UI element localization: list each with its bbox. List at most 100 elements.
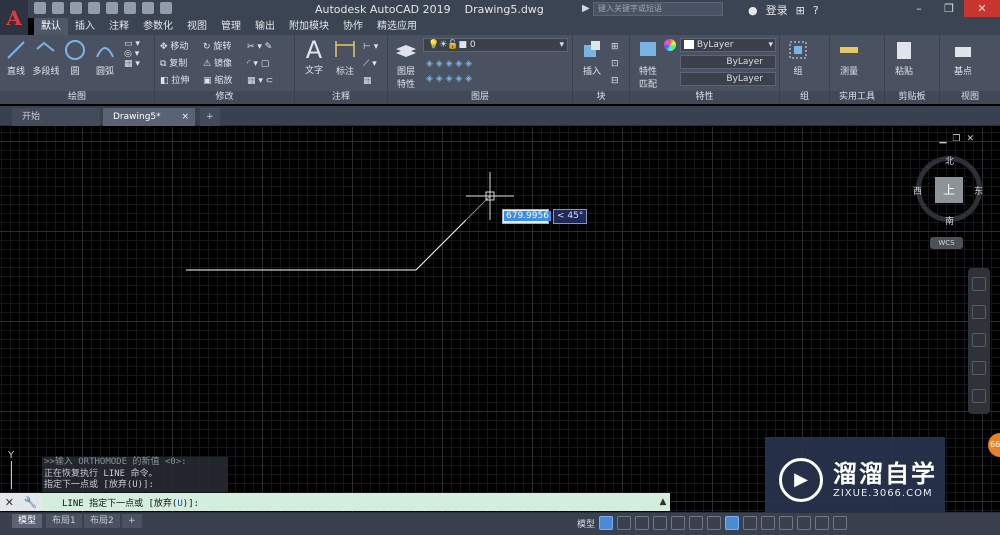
command-history-arrow-icon[interactable]: ▲ <box>656 497 670 507</box>
annotation-visibility-icon[interactable] <box>725 516 740 530</box>
showmotion-icon[interactable] <box>972 389 986 403</box>
help-icon[interactable]: ? <box>813 4 819 17</box>
snap-icon[interactable] <box>617 516 632 530</box>
clipboard-panel-title[interactable]: 剪贴板 <box>885 91 939 104</box>
close-command-line-icon[interactable]: ✕ <box>5 496 14 509</box>
tab-layout1[interactable]: 布局1 <box>46 514 82 528</box>
annotation-panel-title[interactable]: 注释 <box>295 91 387 104</box>
tab-manage[interactable]: 管理 <box>214 18 248 35</box>
new-icon[interactable] <box>34 2 46 14</box>
restore-viewport-icon[interactable]: ❐ <box>952 134 960 144</box>
polar-icon[interactable] <box>653 516 668 530</box>
paste-tool[interactable]: 粘贴 <box>891 39 917 77</box>
open-icon[interactable] <box>52 2 64 14</box>
save-as-icon[interactable] <box>88 2 100 14</box>
viewcube-south[interactable]: 南 <box>945 214 954 227</box>
login-button[interactable]: 登录 <box>766 2 788 18</box>
dimension-tool[interactable]: 标注 <box>331 39 359 77</box>
tab-output[interactable]: 输出 <box>248 18 282 35</box>
tab-view[interactable]: 视图 <box>180 18 214 35</box>
clean-screen-icon[interactable] <box>815 516 830 530</box>
application-menu-button[interactable]: A <box>0 0 28 35</box>
dynamic-input-angle[interactable]: < 45° <box>553 209 587 224</box>
viewcube-east[interactable]: 东 <box>974 184 983 197</box>
tab-start[interactable]: 开始 <box>12 108 100 126</box>
lineweight-icon[interactable] <box>707 516 722 530</box>
tab-home[interactable]: 默认 <box>34 18 68 35</box>
minimize-button[interactable]: – <box>904 0 934 17</box>
ortho-icon[interactable] <box>635 516 650 530</box>
modify-panel-title[interactable]: 修改 <box>155 91 294 104</box>
model-space-button[interactable]: 模型 <box>577 517 595 530</box>
customize-wrench-icon[interactable]: 🔧 <box>24 496 38 509</box>
groups-panel-title[interactable]: 组 <box>780 91 829 104</box>
circle-tool[interactable]: 圆 <box>64 39 86 77</box>
print-icon[interactable] <box>124 2 136 14</box>
properties-panel-title[interactable]: 特性 <box>630 91 779 104</box>
block-panel-title[interactable]: 块 <box>573 91 629 104</box>
search-input[interactable]: 键入关键字或短语 <box>593 2 723 16</box>
steering-wheel-icon[interactable] <box>972 277 986 291</box>
wcs-menu[interactable]: WCS <box>930 237 963 249</box>
redo-icon[interactable] <box>160 2 172 14</box>
customize-icon[interactable] <box>833 516 848 530</box>
annotation-extra[interactable]: ⊢ ▾ ⟋ ▾ ▦ <box>363 39 378 90</box>
layers-panel-title[interactable]: 图层 <box>388 91 572 104</box>
isolate-icon[interactable] <box>797 516 812 530</box>
close-viewport-icon[interactable]: ✕ <box>966 134 974 144</box>
tab-insert[interactable]: 插入 <box>68 18 102 35</box>
new-tab-button[interactable]: + <box>200 108 220 126</box>
tab-layout2[interactable]: 布局2 <box>84 514 120 528</box>
grid-icon[interactable] <box>599 516 614 530</box>
draw-panel-title[interactable]: 绘图 <box>0 91 154 104</box>
cart-icon[interactable]: ⊞ <box>796 4 805 17</box>
scale-tool[interactable]: ▣ 缩放 <box>203 73 232 90</box>
pan-icon[interactable] <box>972 305 986 319</box>
viewcube-west[interactable]: 西 <box>913 184 922 197</box>
orbit-icon[interactable] <box>972 361 986 375</box>
close-button[interactable]: ✕ <box>964 0 1000 17</box>
undo-icon[interactable] <box>142 2 154 14</box>
measure-tool[interactable]: 测量 <box>836 39 862 77</box>
workspace-gear-icon[interactable] <box>761 516 776 530</box>
tab-annotate[interactable]: 注释 <box>102 18 136 35</box>
minimize-viewport-icon[interactable]: ▁ <box>939 134 946 144</box>
copy-tool[interactable]: ⧉ 复制 <box>160 56 189 73</box>
block-extra[interactable]: ⊞ ⊡ ⊟ <box>611 39 619 90</box>
move-tool[interactable]: ✥ 移动 <box>160 39 189 56</box>
annotation-scale-icon[interactable] <box>743 516 758 530</box>
color-picker-icon[interactable] <box>664 39 676 51</box>
rotate-tool[interactable]: ↻ 旋转 <box>203 39 232 56</box>
command-input[interactable]: LINE 指定下一点或 [放弃(U)]: <box>42 496 656 509</box>
viewcube-top-face[interactable]: 上 <box>935 177 963 203</box>
match-properties-tool[interactable]: 特性 匹配 <box>634 39 662 90</box>
layer-tools[interactable]: ◈ ◈ ◈ ◈ ◈ ◈ ◈ ◈ ◈ ◈ <box>426 57 472 87</box>
text-tool[interactable]: A 文字 <box>301 37 327 76</box>
layer-dropdown[interactable]: 💡☀🔓■ 0 ▾ <box>423 38 568 52</box>
polyline-tool[interactable]: 多段线 <box>30 39 62 77</box>
arc-tool[interactable]: 圆弧 <box>92 39 118 77</box>
tab-parametric[interactable]: 参数化 <box>136 18 180 35</box>
linetype-dropdown[interactable]: ByLayer <box>680 55 776 69</box>
dynamic-input-length[interactable]: 679.9956 <box>502 209 551 224</box>
line-tool[interactable]: 直线 <box>4 39 28 77</box>
web-icon[interactable] <box>106 2 118 14</box>
tab-model[interactable]: 模型 <box>12 514 43 528</box>
tab-featured-apps[interactable]: 精选应用 <box>370 18 424 35</box>
zoom-icon[interactable] <box>972 333 986 347</box>
draw-extra-tools[interactable]: ▭ ▾ ◎ ▾ ▦ ▾ <box>124 39 152 69</box>
viewcube-north[interactable]: 北 <box>945 154 954 167</box>
view-panel-title[interactable]: 视图 <box>940 91 1000 104</box>
add-layout-button[interactable]: + <box>122 514 142 528</box>
restore-button[interactable]: ❐ <box>934 0 964 17</box>
tab-drawing5[interactable]: Drawing5* × <box>103 108 195 126</box>
stretch-tool[interactable]: ◧ 拉伸 <box>160 73 189 90</box>
tab-collaborate[interactable]: 协作 <box>336 18 370 35</box>
modify-tools-col3[interactable]: ✂ ▾ ✎ ◜ ▾ ▢ ▦ ▾ ⊂ <box>247 39 273 90</box>
tab-addins[interactable]: 附加模块 <box>282 18 336 35</box>
isodraft-icon[interactable] <box>671 516 686 530</box>
add-icon[interactable] <box>779 516 794 530</box>
lineweight-dropdown[interactable]: ByLayer <box>680 72 776 86</box>
color-dropdown[interactable]: ByLayer ▾ <box>680 38 776 52</box>
layer-properties-tool[interactable]: 图层 特性 <box>392 39 420 90</box>
